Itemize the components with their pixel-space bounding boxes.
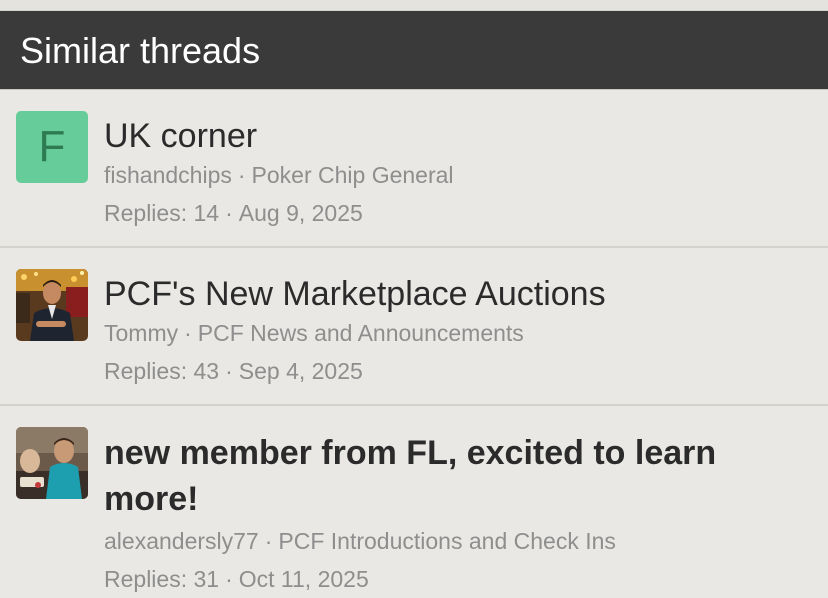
thread-item[interactable]: new member from FL, excited to learn mor…: [0, 406, 828, 592]
thread-body: PCF's New Marketplace Auctions Tommy · PCF…: [104, 274, 812, 390]
meta-separator: ·: [184, 320, 192, 346]
thread-author-link[interactable]: fishandchips: [104, 162, 232, 188]
meta-separator: ·: [225, 358, 233, 384]
section-title: Similar threads: [20, 30, 261, 71]
thread-forum-link[interactable]: PCF Introductions and Check Ins: [278, 528, 616, 554]
meta-separator: ·: [264, 528, 273, 554]
thread-item[interactable]: PCF's New Marketplace Auctions Tommy · PCF…: [0, 248, 828, 406]
meta-separator: ·: [225, 200, 233, 226]
thread-date[interactable]: Aug 9, 2025: [239, 200, 363, 226]
thread-meta-stats: Replies: 14 · Aug 9, 2025: [104, 194, 812, 232]
thread-date[interactable]: Oct 11, 2025: [239, 566, 369, 592]
thread-meta-author-forum: Tommy · PCF News and Announcements: [104, 314, 812, 352]
thread-meta-author-forum: fishandchips · Poker Chip General: [104, 156, 812, 194]
thread-title-link[interactable]: PCF's New Marketplace Auctions: [104, 274, 812, 314]
thread-body: UK corner fishandchips · Poker Chip Genera…: [104, 116, 812, 232]
thread-author-link[interactable]: alexandersly77: [104, 528, 259, 554]
thread-forum-link[interactable]: Poker Chip General: [252, 162, 454, 188]
similar-threads-header: Similar threads: [0, 11, 828, 90]
avatar-letter[interactable]: F: [16, 111, 88, 183]
thread-replies: Replies: 14: [104, 200, 220, 226]
thread-meta-stats: Replies: 43 · Sep 4, 2025: [104, 352, 812, 390]
thread-replies: Replies: 43: [104, 358, 220, 384]
thread-forum-link[interactable]: PCF News and Announcements: [198, 320, 524, 346]
thread-item[interactable]: F UK corner fishandchips · Poker Chip Gene…: [0, 90, 828, 248]
thread-title-link[interactable]: UK corner: [104, 116, 812, 156]
thread-date[interactable]: Sep 4, 2025: [239, 358, 363, 384]
thread-meta-stats: Replies: 31 · Oct 11, 2025: [104, 560, 812, 598]
avatar-photo-icon[interactable]: [16, 427, 88, 499]
top-strip: [0, 0, 828, 11]
thread-author-link[interactable]: Tommy: [104, 320, 178, 346]
avatar-initial: F: [38, 122, 66, 171]
meta-separator: ·: [225, 566, 233, 592]
meta-separator: ·: [237, 162, 246, 188]
thread-list: F UK corner fishandchips · Poker Chip Gene…: [0, 90, 828, 592]
thread-body: new member from FL, excited to learn mor…: [104, 432, 812, 598]
thread-title-link[interactable]: new member from FL, excited to learn mor…: [104, 430, 812, 522]
thread-replies: Replies: 31: [104, 566, 220, 592]
avatar-photo-icon[interactable]: [16, 269, 88, 341]
thread-meta-author-forum: alexandersly77 · PCF Introductions and Che…: [104, 522, 812, 560]
